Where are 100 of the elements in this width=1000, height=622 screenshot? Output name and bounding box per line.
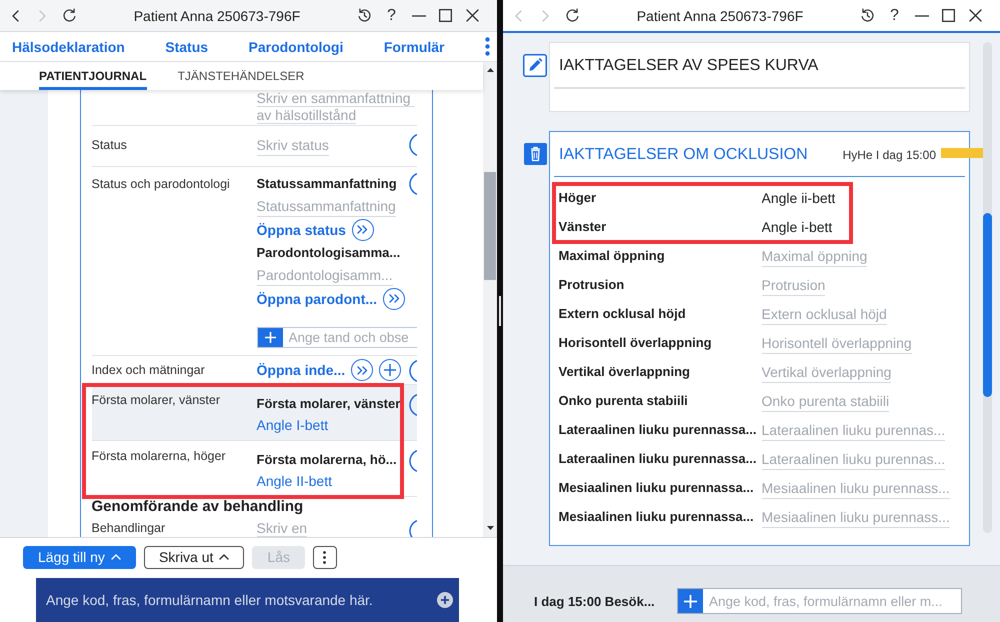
visit-label: I dag 15:00 Besök... bbox=[534, 594, 655, 608]
pencil-icon[interactable] bbox=[523, 54, 547, 77]
row-label: Maximal öppning bbox=[558, 247, 665, 265]
summary-heading: Statussammanfattning bbox=[256, 175, 397, 193]
open-link[interactable]: Öppna parodont... bbox=[256, 290, 378, 306]
card-meta: HyHe I dag 15:00 bbox=[842, 148, 936, 162]
row-label: Onko purenta stabiili bbox=[558, 392, 688, 410]
help-button[interactable]: ? bbox=[387, 6, 396, 24]
value-field[interactable]: Angle i-bett bbox=[762, 216, 832, 238]
open-link[interactable]: Öppna inde... bbox=[256, 362, 346, 378]
double-chevron-icon[interactable] bbox=[356, 366, 368, 374]
minimize-icon[interactable] bbox=[914, 14, 928, 16]
round-chevron-button[interactable] bbox=[383, 288, 406, 310]
dots-vertical-icon[interactable] bbox=[323, 550, 326, 564]
summary-field[interactable]: Skriv en sammanfattning av hälsotillstånd bbox=[256, 90, 416, 125]
text-field[interactable]: Vertikal överlappning bbox=[762, 361, 892, 383]
splitter-handle[interactable] bbox=[499, 296, 501, 326]
text-field[interactable]: Lateraalinen liuku purennas... bbox=[762, 419, 946, 441]
row-label: Första molarer, vänster bbox=[92, 392, 220, 409]
open-link[interactable]: Öppna status bbox=[256, 222, 346, 238]
chevron-left-icon[interactable] bbox=[12, 10, 19, 22]
help-button[interactable]: ? bbox=[890, 6, 899, 24]
round-chevron-button[interactable] bbox=[352, 218, 374, 240]
double-chevron-icon[interactable] bbox=[388, 294, 400, 303]
chevron-up-icon[interactable] bbox=[219, 554, 230, 560]
value-field[interactable]: Angle ii-bett bbox=[762, 187, 836, 209]
row-label: Lateraalinen liuku purennassa... bbox=[558, 450, 756, 468]
row-label: Mesiaalinen liuku purennassa... bbox=[558, 508, 754, 526]
window-title: Patient Anna 250673-796F bbox=[134, 8, 300, 24]
triangle-down-icon[interactable] bbox=[486, 526, 494, 530]
row-label: Vänster bbox=[558, 218, 606, 236]
row-label: Vertikal överlappning bbox=[558, 363, 690, 381]
row-label: Lateraalinen liuku purennassa... bbox=[558, 421, 756, 439]
row-label: Första molarerna, höger bbox=[92, 448, 226, 465]
refresh-icon[interactable] bbox=[62, 8, 77, 23]
text-field[interactable]: Horisontell överlappning bbox=[762, 332, 912, 354]
scrollbar-thumb[interactable] bbox=[983, 213, 992, 397]
result-heading: Första molarerna, hö... bbox=[256, 451, 397, 469]
text-field[interactable]: Parodontologisamm... bbox=[256, 264, 393, 286]
text-field[interactable]: Skriv en bbox=[256, 519, 308, 537]
text-field[interactable]: Mesiaalinen liuku purennass... bbox=[762, 506, 950, 528]
summary-heading: Parodontologisamma... bbox=[256, 244, 400, 262]
toolbar-button[interactable]: Skriva ut bbox=[144, 546, 244, 568]
round-chevron-button[interactable] bbox=[351, 359, 374, 381]
maximize-icon[interactable] bbox=[942, 9, 955, 22]
nav-link[interactable]: Status bbox=[165, 38, 208, 54]
result-link[interactable]: Angle II-bett bbox=[256, 470, 332, 492]
plus-icon[interactable] bbox=[384, 364, 396, 376]
history-icon[interactable] bbox=[357, 8, 372, 23]
add-button[interactable] bbox=[258, 328, 282, 347]
double-chevron-icon[interactable] bbox=[357, 225, 368, 234]
triangle-up-icon[interactable] bbox=[486, 68, 494, 72]
minimize-icon[interactable] bbox=[412, 14, 426, 16]
text-field[interactable]: Onko purenta stabiili bbox=[762, 390, 890, 412]
row-label: Status bbox=[92, 137, 127, 154]
row-label: Horisontell överlappning bbox=[558, 334, 712, 352]
result-link[interactable]: Angle I-bett bbox=[256, 414, 328, 436]
row-label: Mesiaalinen liuku purennassa... bbox=[558, 479, 754, 497]
close-icon[interactable] bbox=[969, 9, 982, 22]
arc-icon[interactable] bbox=[408, 133, 416, 157]
round-plus-button[interactable] bbox=[379, 359, 402, 381]
arc-icon[interactable] bbox=[408, 449, 416, 473]
text-field[interactable]: Skriv status bbox=[256, 134, 329, 156]
maximize-icon[interactable] bbox=[439, 9, 452, 22]
text-field[interactable]: Statussammanfattning bbox=[256, 195, 396, 217]
tab[interactable]: TJÄNSTEHÄNDELSER bbox=[178, 62, 304, 90]
nav-link[interactable]: Formulär bbox=[384, 38, 445, 54]
text-field[interactable]: Lateraalinen liuku purennas... bbox=[762, 448, 946, 470]
arc-icon[interactable] bbox=[408, 172, 416, 196]
row-label: Behandlingar bbox=[92, 520, 166, 537]
arc-icon[interactable] bbox=[408, 359, 416, 383]
toolbar-button[interactable]: Lägg till ny bbox=[23, 546, 136, 568]
tooth-input[interactable]: Ange tand och obse bbox=[282, 328, 416, 347]
command-input[interactable]: Ange kod, fras, formulärnamn eller m... bbox=[703, 589, 961, 613]
arc-icon[interactable] bbox=[408, 393, 416, 417]
text-field[interactable]: Maximal öppning bbox=[762, 245, 868, 267]
plus-circle-icon[interactable] bbox=[437, 592, 453, 608]
nav-link[interactable]: Parodontologi bbox=[248, 38, 344, 54]
dots-vertical-icon[interactable] bbox=[484, 37, 490, 56]
result-heading: Första molarer, vänster bbox=[256, 395, 400, 413]
refresh-icon[interactable] bbox=[565, 8, 580, 23]
more-button[interactable] bbox=[312, 546, 337, 568]
row-label: Index och mätningar bbox=[92, 362, 205, 379]
arc-icon[interactable] bbox=[408, 519, 416, 537]
history-icon[interactable] bbox=[860, 8, 875, 23]
nav-link[interactable]: Hälsodeklaration bbox=[12, 38, 125, 54]
text-field[interactable]: Mesiaalinen liuku purennass... bbox=[762, 477, 950, 499]
section-title: Genomförande av behandling bbox=[92, 497, 304, 517]
card-title: IAKTTAGELSER OM OCKLUSION bbox=[559, 144, 808, 164]
text-field[interactable]: Protrusion bbox=[762, 274, 826, 296]
row-label: Status och parodontologi bbox=[92, 176, 230, 193]
command-field[interactable]: Ange kod, fras, formulärnamn eller m... bbox=[677, 588, 962, 614]
trash-icon[interactable] bbox=[524, 142, 546, 164]
card-title: IAKTTAGELSER AV SPEES KURVA bbox=[559, 56, 818, 76]
add-button[interactable] bbox=[678, 589, 703, 613]
text-field[interactable]: Extern ocklusal höjd bbox=[762, 303, 887, 325]
tooth-field[interactable]: Ange tand och obse bbox=[256, 327, 416, 348]
close-icon[interactable] bbox=[466, 9, 479, 22]
window-title: Patient Anna 250673-796F bbox=[636, 8, 804, 24]
scrollbar-thumb[interactable] bbox=[484, 172, 496, 280]
